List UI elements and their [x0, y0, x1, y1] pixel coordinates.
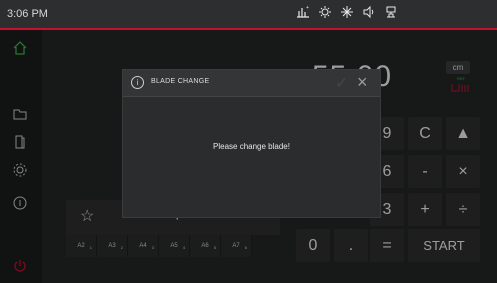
- confirm-check-icon[interactable]: ✓: [335, 73, 348, 93]
- dialog-title: BLADE CHANGE: [151, 78, 210, 85]
- light-icon[interactable]: [318, 5, 332, 21]
- info-icon: i: [131, 76, 144, 89]
- close-icon[interactable]: ×: [357, 72, 368, 93]
- dialog-header: i BLADE CHANGE ✓ ×: [123, 70, 380, 97]
- statistics-icon[interactable]: +: [296, 5, 310, 21]
- network-icon[interactable]: [384, 5, 398, 21]
- blade-change-dialog: i BLADE CHANGE ✓ × Please change blade!: [123, 70, 380, 217]
- status-icons: +: [296, 5, 398, 21]
- clock: 3:06 PM: [7, 8, 48, 20]
- svg-text:+: +: [306, 5, 309, 11]
- dialog-message: Please change blade!: [213, 142, 290, 151]
- cooling-icon[interactable]: [340, 5, 354, 21]
- status-bar: 3:06 PM +: [0, 0, 497, 30]
- sound-icon[interactable]: [362, 5, 376, 21]
